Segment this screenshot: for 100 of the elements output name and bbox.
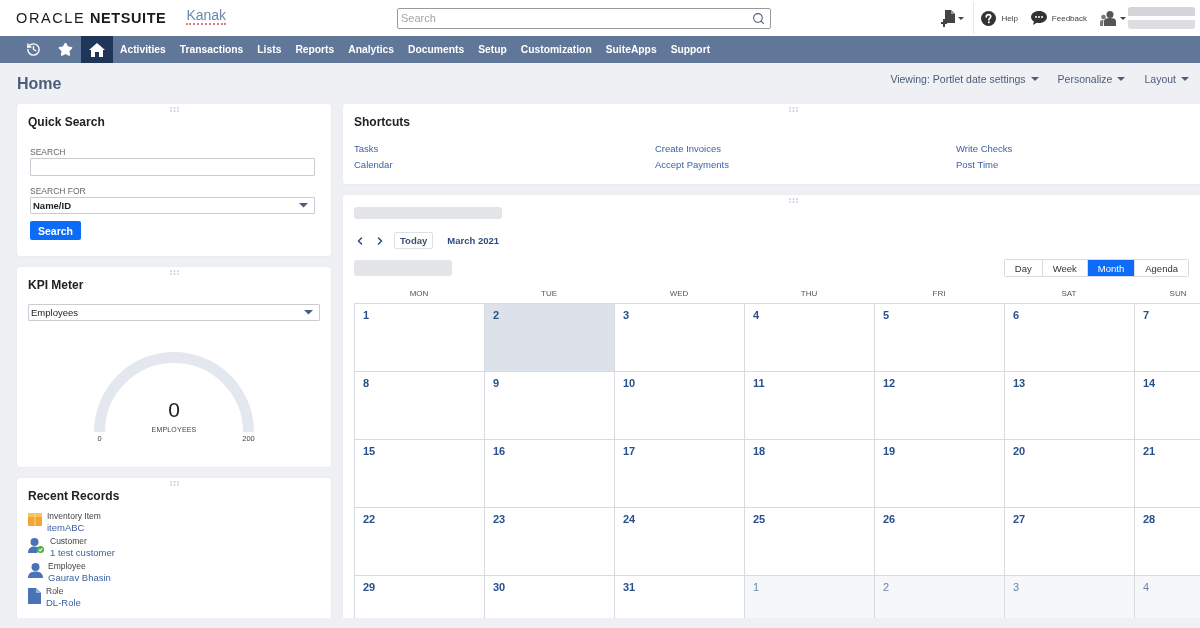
nav-menu-item[interactable]: Support — [663, 36, 718, 63]
caret-icon — [1181, 76, 1189, 81]
weekday-label: TUE — [541, 288, 557, 300]
calendar-day-cell[interactable]: 26 — [875, 508, 1005, 576]
drag-handle-icon[interactable] — [788, 107, 798, 112]
calendar-day-cell[interactable]: 1 — [745, 576, 875, 618]
home-icon — [89, 42, 105, 57]
drag-handle-icon[interactable] — [169, 107, 179, 112]
calendar-day-cell[interactable]: 5 — [875, 304, 1005, 372]
nav-menu-item[interactable]: Activities — [113, 36, 173, 63]
calendar-day-cell[interactable]: 24 — [615, 508, 745, 576]
nav-menu-item[interactable]: Transactions — [172, 36, 251, 63]
calendar-day-cell[interactable]: 9 — [485, 372, 615, 440]
nav-menu-item[interactable]: Documents — [401, 36, 472, 63]
calendar-day-cell[interactable]: 13 — [1005, 372, 1135, 440]
brand-logo[interactable]: ORACLE NETSUITE — [16, 10, 167, 26]
portlet-title: Shortcuts — [354, 114, 411, 130]
weekday-label: FRI — [932, 288, 946, 300]
search-button[interactable]: Search — [30, 221, 82, 240]
calendar-day-cell[interactable]: 6 — [1005, 304, 1135, 372]
dropdown-menu[interactable]: Personalize — [1057, 72, 1126, 85]
calendar-day-cell[interactable]: 4 — [1135, 576, 1200, 618]
users-icon[interactable] — [1100, 10, 1118, 26]
caret-icon — [1120, 16, 1126, 20]
calendar-day-cell[interactable]: 19 — [875, 440, 1005, 508]
weekday-label: SUN — [1169, 288, 1187, 300]
weekday-label: WED — [669, 288, 689, 300]
calendar-day-cell[interactable]: 2 — [485, 304, 615, 372]
record-type: Role — [46, 585, 65, 597]
drag-handle-icon[interactable] — [169, 481, 179, 486]
view-tab[interactable]: Day — [1004, 260, 1043, 276]
calendar-day-cell[interactable]: 4 — [745, 304, 875, 372]
nav-menu-item[interactable]: Reports — [288, 36, 342, 63]
search-icon[interactable] — [752, 11, 765, 25]
caret-icon — [1030, 76, 1039, 81]
shortcut-link[interactable]: Create Invoices — [655, 143, 721, 155]
search-for-select[interactable]: Name/ID — [30, 197, 315, 214]
drag-handle-icon[interactable] — [788, 198, 798, 203]
calendar-day-cell[interactable]: 3 — [1005, 576, 1135, 618]
history-icon — [25, 42, 41, 57]
person-icon — [28, 563, 43, 578]
dropdown-menu[interactable]: Viewing: Portlet date settings — [890, 72, 1039, 85]
feedback-link[interactable]: Feedback — [1030, 11, 1087, 25]
calendar-day-cell[interactable]: 25 — [745, 508, 875, 576]
shortcut-link[interactable]: Post Time — [956, 159, 999, 171]
shortcut-link[interactable]: Calendar — [354, 159, 393, 171]
calendar-day-cell[interactable]: 17 — [615, 440, 745, 508]
calendar-day-cell[interactable]: 3 — [615, 304, 745, 372]
home-tab[interactable] — [81, 36, 113, 63]
calendar-day-cell[interactable]: 27 — [1005, 508, 1135, 576]
record-link[interactable]: itemABC — [47, 522, 101, 534]
calendar-day-cell[interactable]: 15 — [355, 440, 485, 508]
add-document-icon[interactable] — [941, 9, 957, 27]
caret-icon — [958, 16, 965, 20]
page-title: Home — [17, 74, 62, 93]
star-icon — [57, 42, 73, 57]
calendar-day-cell[interactable]: 10 — [615, 372, 745, 440]
calendar-day-cell[interactable]: 8 — [355, 372, 485, 440]
weekday-label: THU — [800, 288, 818, 300]
portlet-title: KPI Meter — [28, 277, 85, 293]
nav-menu-item[interactable]: SuiteApps — [598, 36, 664, 63]
record-type: Customer — [50, 535, 88, 547]
calendar-day-cell[interactable]: 20 — [1005, 440, 1135, 508]
record-link[interactable]: 1 test customer — [50, 547, 115, 559]
caret-icon — [304, 310, 313, 315]
calendar-day-cell[interactable]: 1 — [355, 304, 485, 372]
nav-menu-item[interactable]: Customization — [513, 36, 599, 63]
drag-handle-icon[interactable] — [169, 270, 179, 275]
kpi-value: 0 — [168, 399, 180, 421]
record-link[interactable]: DL-Role — [46, 597, 81, 609]
calendar-day-cell[interactable]: 22 — [355, 508, 485, 576]
box-icon — [28, 513, 42, 526]
record-link[interactable]: Gaurav Bhasin — [48, 572, 111, 584]
calendar-day-cell[interactable]: 18 — [745, 440, 875, 508]
nav-menu-item[interactable]: Analytics — [341, 36, 402, 63]
today-button[interactable]: Today — [394, 232, 434, 249]
help-icon — [981, 10, 997, 26]
caret-icon — [1117, 76, 1126, 81]
nav-menu-item[interactable]: Setup — [471, 36, 514, 63]
shortcut-link[interactable]: Write Checks — [956, 143, 1013, 155]
dropdown-menu[interactable]: Layout — [1144, 72, 1189, 85]
calendar-day-cell[interactable]: 12 — [875, 372, 1005, 440]
calendar-day-cell[interactable]: 2 — [875, 576, 1005, 618]
calendar-day-cell[interactable]: 23 — [485, 508, 615, 576]
search-input[interactable] — [30, 158, 315, 176]
nav-menu-item[interactable]: Lists — [250, 36, 289, 63]
document-icon — [28, 588, 41, 604]
kpi-select[interactable]: Employees — [28, 304, 320, 321]
record-type: Inventory Item — [47, 510, 101, 522]
shortcut-link[interactable]: Tasks — [354, 143, 379, 155]
help-link[interactable]: Help — [981, 10, 1018, 26]
view-tab[interactable]: Month — [1087, 260, 1136, 276]
calendar-period: March 2021 — [447, 235, 500, 246]
calendar-day-cell[interactable]: 16 — [485, 440, 615, 508]
calendar-day-cell[interactable]: 11 — [745, 372, 875, 440]
search-field[interactable]: Search — [397, 7, 771, 29]
blurred-user-name — [1128, 7, 1195, 29]
chat-bubble-icon — [1030, 11, 1047, 25]
shortcut-link[interactable]: Accept Payments — [655, 159, 729, 171]
company-logo: Kanak — [186, 7, 227, 25]
